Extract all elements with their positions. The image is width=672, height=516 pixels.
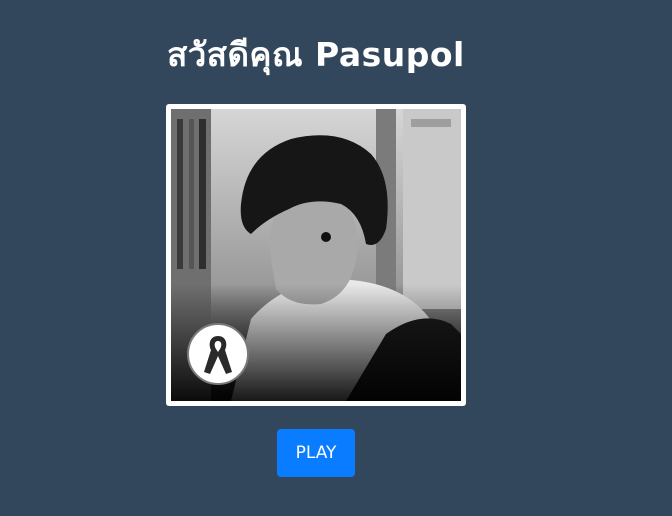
play-button[interactable]: PLAY — [277, 429, 355, 477]
greeting-title: สวัสดีคุณ Pasupol — [167, 35, 465, 74]
page: สวัสดีคุณ Pasupol PLAY — [0, 0, 672, 516]
profile-photo — [171, 109, 461, 401]
profile-photo-frame — [166, 104, 466, 406]
mourning-ribbon-icon — [187, 323, 249, 385]
